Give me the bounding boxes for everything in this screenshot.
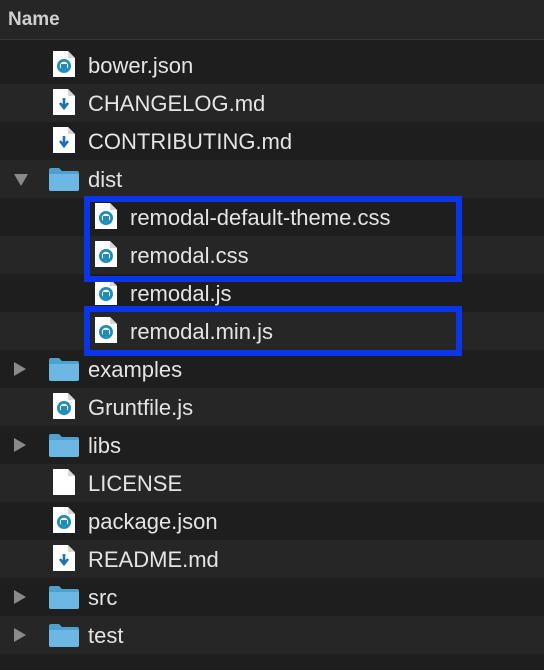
file-name-label: README.md [88,547,219,572]
folder-icon [48,166,80,197]
folder-icon [48,584,80,615]
markdown-file-icon [52,88,76,121]
disclosure-triangle-expanded-icon[interactable] [14,174,28,186]
list-item[interactable]: src [0,578,544,616]
disclosure-triangle-collapsed-icon[interactable] [14,362,26,376]
file-name-label: CONTRIBUTING.md [88,129,293,154]
list-item[interactable]: libs [0,426,544,464]
blank-file-icon [52,468,76,501]
markdown-file-icon [52,126,76,159]
name-column-label: Name [8,9,60,30]
list-item[interactable]: Gruntfile.js [0,388,544,426]
file-name-label: package.json [88,509,218,534]
list-item[interactable]: package.json [0,502,544,540]
disclosure-triangle-collapsed-icon[interactable] [14,590,26,604]
file-name-label: CHANGELOG.md [88,91,266,116]
disclosure-triangle-collapsed-icon[interactable] [14,628,26,642]
list-item[interactable]: LICENSE [0,464,544,502]
folder-icon [48,622,80,653]
file-name-label: Gruntfile.js [88,395,194,420]
markdown-file-icon [52,544,76,577]
list-item[interactable]: test [0,616,544,654]
list-item[interactable]: CONTRIBUTING.md [0,122,544,160]
grunt-file-icon [52,506,76,539]
column-header[interactable]: Name [0,0,544,40]
file-name-label: LICENSE [88,471,183,496]
highlight-box-min-js [84,306,462,356]
file-name-label: remodal.js [130,281,232,306]
grunt-file-icon [52,50,76,83]
list-item[interactable]: README.md [0,540,544,578]
grunt-file-icon [52,392,76,425]
file-name-label: bower.json [88,53,194,78]
list-item[interactable]: dist [0,160,544,198]
highlight-box-css-files [84,196,462,282]
folder-icon [48,432,80,463]
list-item[interactable]: bower.json [0,46,544,84]
list-item[interactable]: CHANGELOG.md [0,84,544,122]
file-name-label: examples [88,357,183,382]
file-name-label: libs [88,433,122,458]
disclosure-triangle-collapsed-icon[interactable] [14,438,26,452]
file-name-label: test [88,623,124,648]
file-name-label: dist [88,167,123,192]
folder-icon [48,356,80,387]
file-name-label: src [88,585,118,610]
